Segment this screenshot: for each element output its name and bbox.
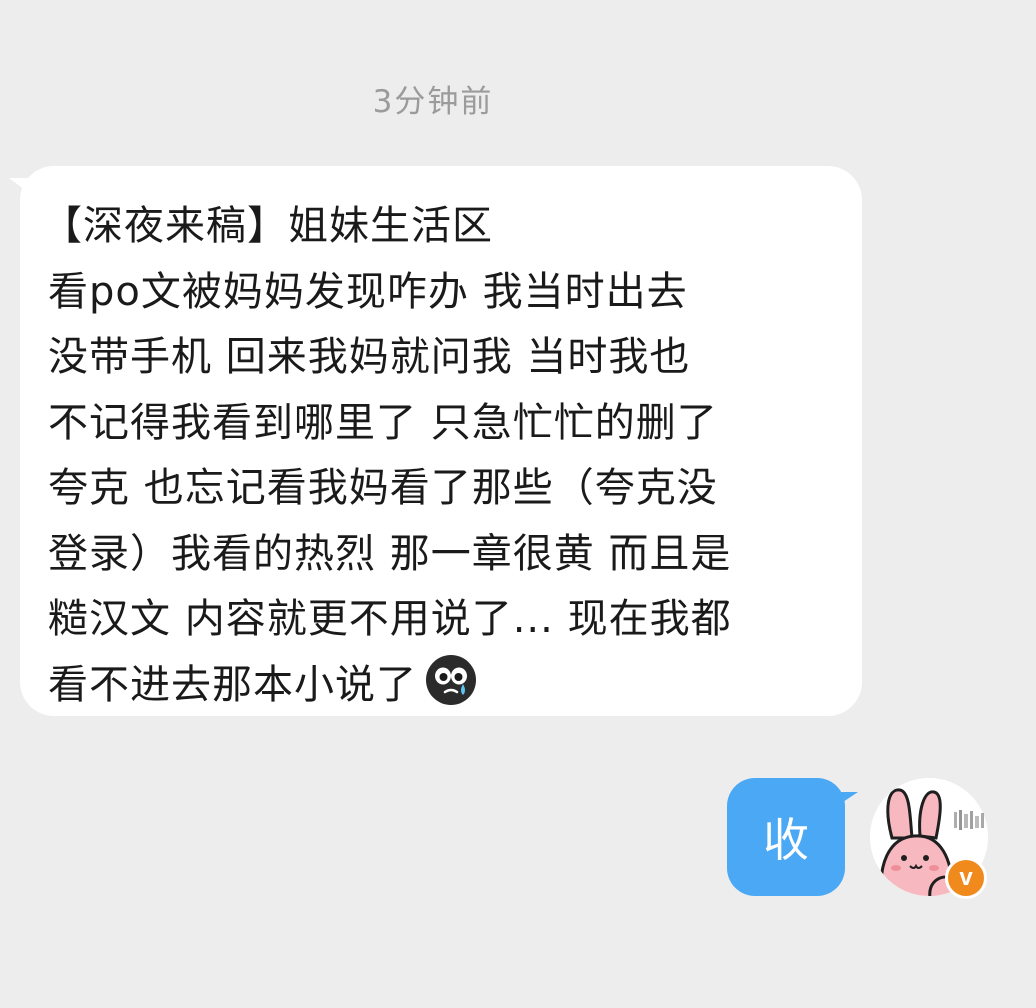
incoming-bubble-tail — [9, 178, 33, 196]
outgoing-bubble-tail — [834, 792, 858, 808]
verified-badge-icon: v — [945, 857, 987, 899]
message-line-text: 看不进去那本小说了 — [48, 661, 417, 708]
message-line: 登录）我看的热烈 那一章很黄 而且是 — [48, 530, 732, 577]
outgoing-message-text: 收 — [763, 813, 809, 867]
message-line: 夸克 也忘记看我妈看了那些（夸克没 — [48, 465, 718, 511]
blurred-logo-icon — [954, 810, 984, 830]
verified-v-glyph: v — [959, 864, 973, 891]
crying-face-icon — [426, 654, 476, 705]
incoming-message-bubble[interactable]: 【深夜来稿】姐妹生活区 看po文被妈妈发现咋办 我当时出去 没带手机 回来我妈就… — [9, 166, 862, 719]
message-line: 【深夜来稿】姐妹生活区 — [42, 203, 493, 249]
message-line: 看po文被妈妈发现咋办 我当时出去 — [48, 268, 688, 315]
message-line-last: 看不进去那本小说了 — [48, 653, 842, 719]
message-line: 糙汉文 内容就更不用说了... 现在我都 — [48, 596, 732, 642]
message-line: 不记得我看到哪里了 只急忙忙的删了 — [48, 399, 718, 446]
message-timestamp: 3分钟前 — [372, 84, 494, 120]
outgoing-message-bubble[interactable]: 收 — [727, 778, 858, 896]
message-line: 没带手机 回来我妈就问我 当时我也 — [48, 334, 691, 380]
